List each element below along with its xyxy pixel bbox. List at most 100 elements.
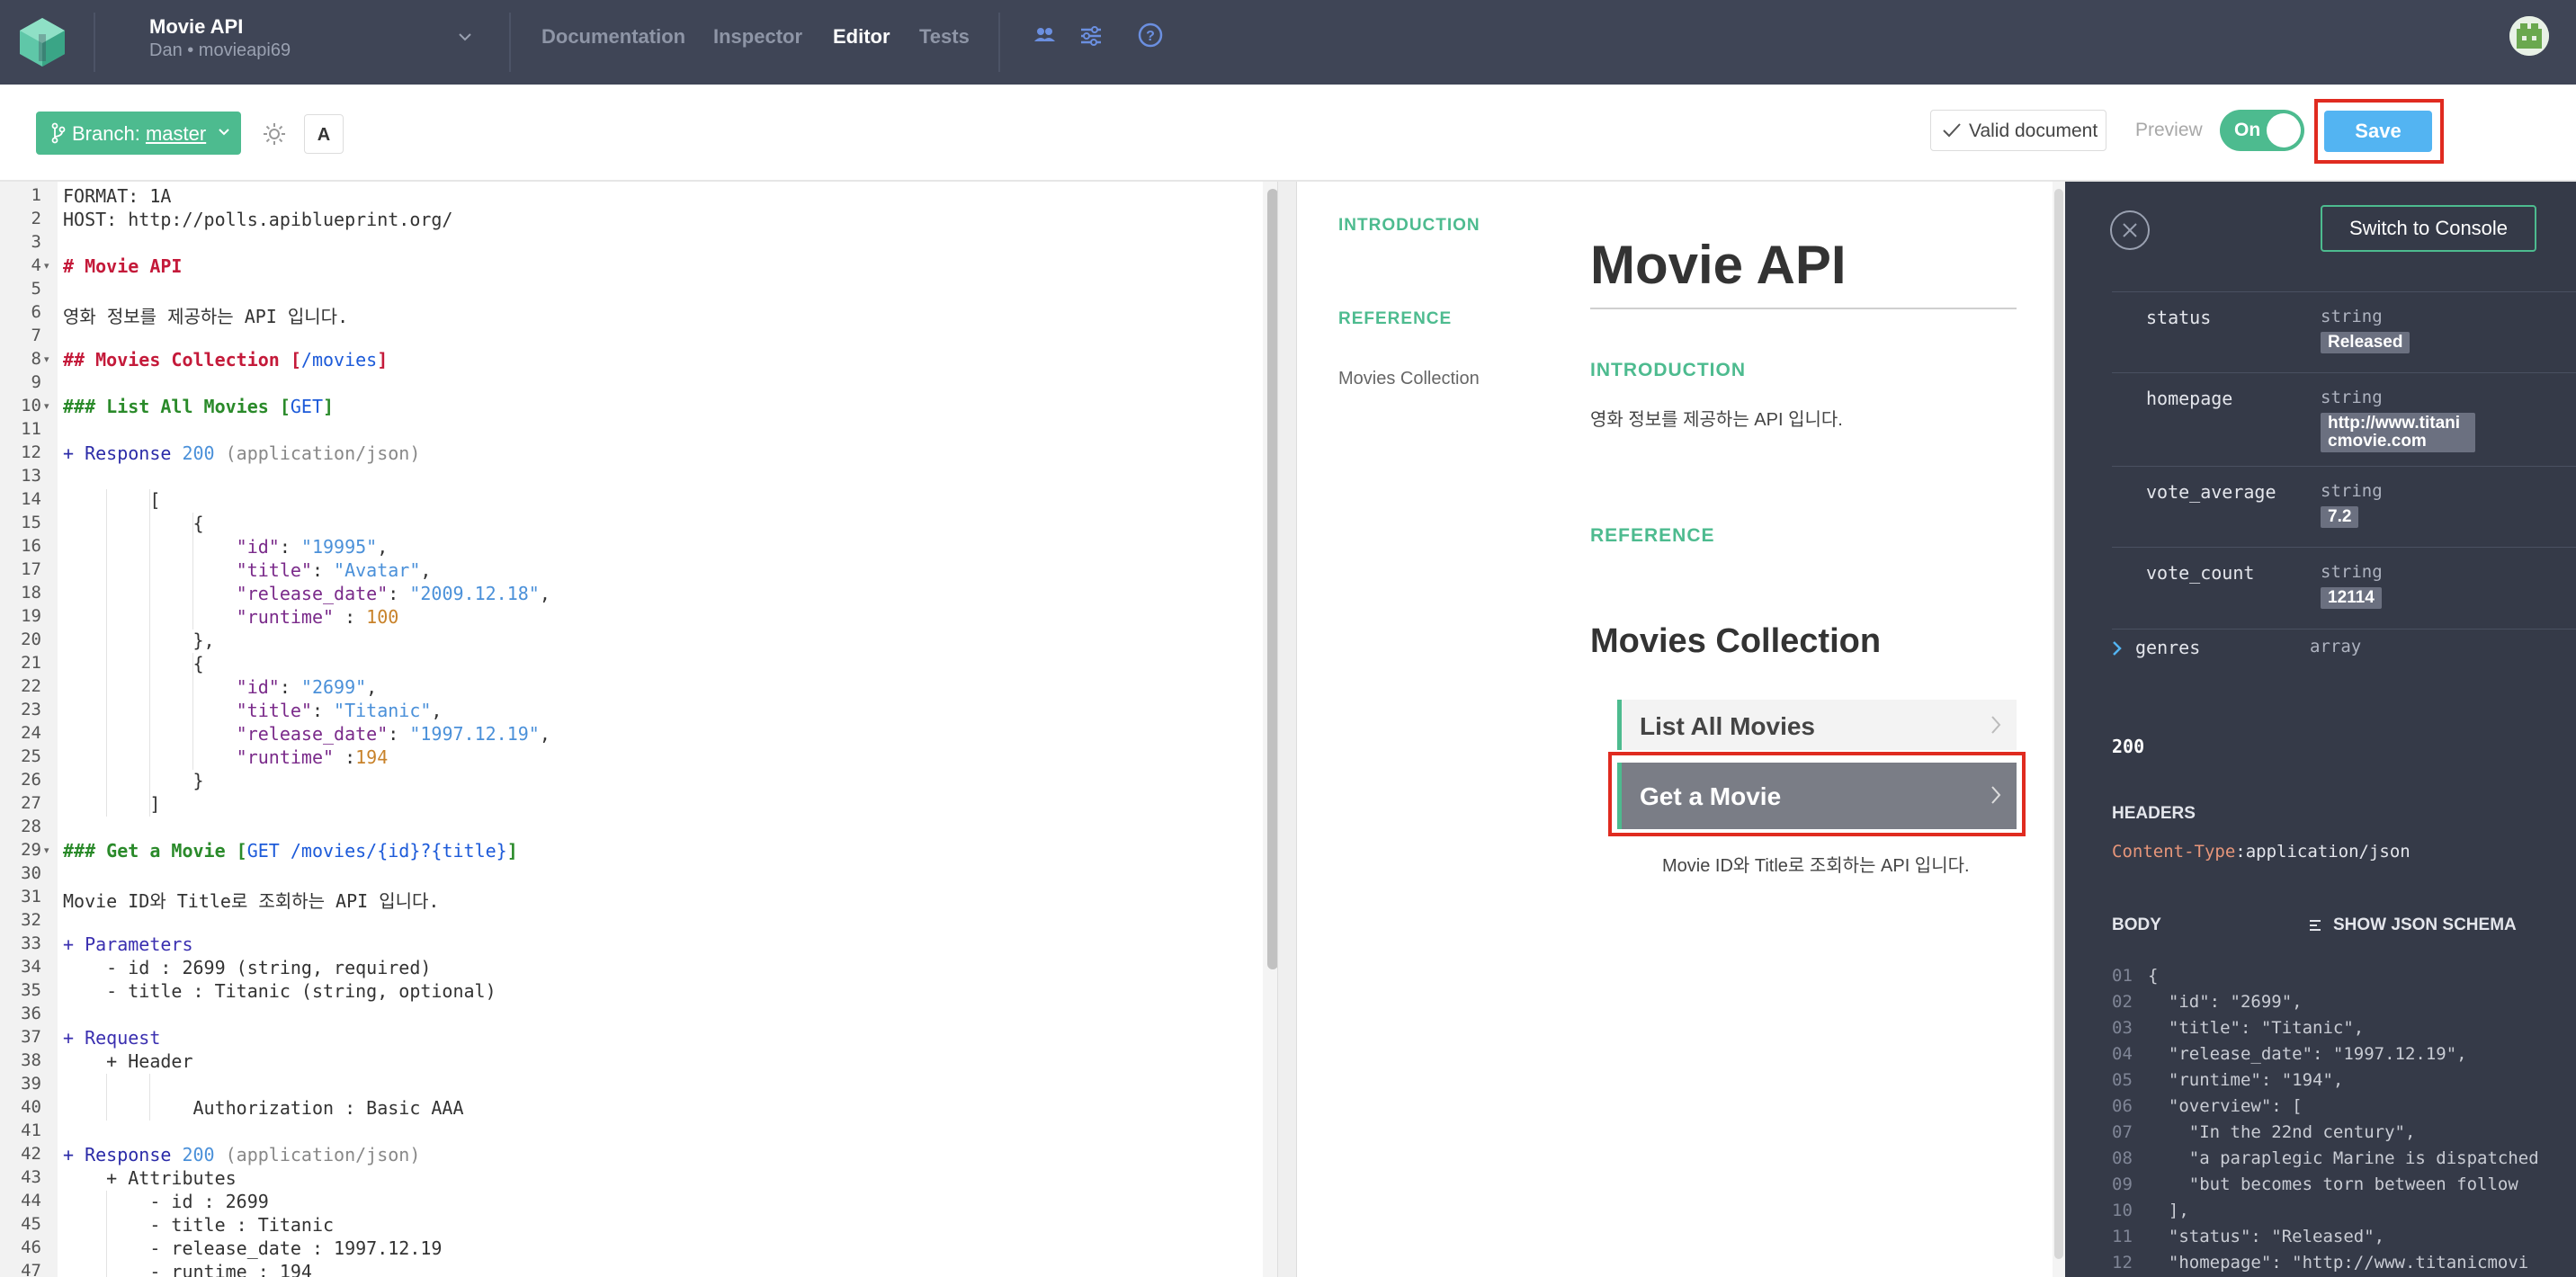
code-line[interactable]: "runtime" :194 — [63, 746, 389, 768]
response-status-code: 200 — [2112, 736, 2145, 757]
toc-introduction[interactable]: INTRODUCTION — [1338, 216, 1480, 236]
tab-documentation[interactable]: Documentation — [541, 25, 685, 49]
show-json-schema-button[interactable]: SHOW JSON SCHEMA — [2308, 915, 2517, 935]
code-line[interactable]: ### List All Movies [GET] — [63, 396, 334, 417]
attribute-name[interactable]: genres — [2135, 637, 2200, 658]
code-line[interactable]: HOST: http://polls.apiblueprint.org/ — [63, 209, 452, 230]
toggle-knob — [2267, 113, 2301, 147]
code-line[interactable]: "id": "19995", — [63, 536, 389, 558]
tab-editor[interactable]: Editor — [833, 25, 890, 49]
pane-resize-divider[interactable] — [1277, 182, 1297, 1277]
code-line[interactable]: + Response 200 (application/json) — [63, 442, 420, 464]
json-line-number: 04 — [2112, 1044, 2133, 1064]
code-line[interactable]: FORMAT: 1A — [63, 185, 171, 207]
header-line: Content-Type:application/json — [2112, 842, 2411, 862]
code-line[interactable]: Authorization : Basic AAA — [63, 1097, 463, 1119]
preview-toggle[interactable]: On — [2220, 110, 2304, 151]
fold-toggle-icon[interactable]: ▾ — [44, 353, 49, 365]
branch-selector-button[interactable]: Branch: master — [36, 112, 241, 155]
code-line[interactable]: "title": "Titanic", — [63, 700, 443, 721]
code-line[interactable]: ### Get a Movie [GET /movies/{id}?{title… — [63, 840, 518, 862]
toc-reference[interactable]: REFERENCE — [1338, 309, 1452, 329]
chevron-down-icon — [219, 129, 229, 136]
nav-divider — [998, 13, 1000, 72]
settings-sliders-icon[interactable] — [1078, 22, 1105, 49]
code-line[interactable]: - title : Titanic — [63, 1214, 334, 1236]
tab-inspector[interactable]: Inspector — [713, 25, 802, 49]
code-token: , — [366, 676, 378, 698]
code-line[interactable]: ## Movies Collection [/movies] — [63, 349, 388, 371]
chevron-right-icon — [1991, 716, 2001, 734]
code-line[interactable]: + Request — [63, 1027, 160, 1049]
code-line[interactable]: "id": "2699", — [63, 676, 378, 698]
code-line[interactable]: "title": "Avatar", — [63, 559, 432, 581]
font-size-button[interactable]: A — [304, 114, 344, 154]
switch-to-console-button[interactable]: Switch to Console — [2321, 205, 2536, 252]
code-line[interactable]: + Response 200 (application/json) — [63, 1144, 420, 1165]
json-line: "title": "Titanic", — [2148, 1018, 2365, 1038]
code-line[interactable]: }, — [63, 630, 214, 651]
code-token: : — [311, 559, 335, 581]
line-number: 4 — [31, 255, 41, 275]
code-line[interactable]: - id : 2699 (string, required) — [63, 957, 431, 978]
project-name[interactable]: Movie API — [149, 15, 243, 39]
get-movie-highlight-box — [1608, 752, 2026, 836]
theme-sun-icon[interactable] — [261, 121, 288, 147]
toc-movies-collection[interactable]: Movies Collection — [1338, 369, 1480, 389]
preview-scrollbar-thumb[interactable] — [2054, 189, 2063, 1259]
code-token: "runtime" — [63, 606, 335, 628]
code-line[interactable]: 영화 정보를 제공하는 API 입니다. — [63, 302, 348, 328]
editor-scrollbar-thumb[interactable] — [1267, 189, 1277, 969]
toggle-label: On — [2234, 120, 2261, 140]
code-line[interactable]: "release_date": "1997.12.19", — [63, 723, 550, 745]
code-line[interactable]: - id : 2699 — [63, 1191, 268, 1212]
line-number: 28 — [21, 817, 41, 836]
code-token: - id : 2699 (string, required) — [63, 957, 432, 978]
code-line[interactable]: } — [63, 770, 203, 791]
json-line-number: 09 — [2112, 1174, 2133, 1194]
line-number: 38 — [21, 1050, 41, 1070]
tab-tests[interactable]: Tests — [919, 25, 970, 49]
chevron-down-icon[interactable] — [455, 27, 475, 47]
json-line-number: 06 — [2112, 1096, 2133, 1116]
attribute-type: array — [2310, 637, 2362, 656]
team-icon[interactable] — [1031, 22, 1058, 49]
fold-toggle-icon[interactable]: ▾ — [44, 844, 49, 856]
attribute-name: vote_count — [2146, 562, 2255, 584]
code-line[interactable]: # Movie API — [63, 255, 182, 277]
help-icon[interactable]: ? — [1137, 22, 1164, 49]
code-line[interactable]: - release_date : 1997.12.19 — [63, 1237, 442, 1259]
line-number: 35 — [21, 980, 41, 1000]
code-token: "id" — [63, 536, 280, 558]
resource-label: List All Movies — [1640, 712, 1816, 740]
code-line[interactable]: - title : Titanic (string, optional) — [63, 980, 496, 1002]
line-number: 11 — [21, 419, 41, 439]
code-line[interactable]: + Attributes — [63, 1167, 237, 1189]
attribute-type: string — [2321, 481, 2383, 501]
introduction-heading: INTRODUCTION — [1590, 360, 1746, 380]
code-line[interactable]: Movie ID와 Title로 조회하는 API 입니다. — [63, 887, 439, 913]
apiary-logo-icon[interactable] — [16, 16, 68, 68]
code-token: ] — [377, 349, 389, 371]
code-line[interactable]: "release_date": "2009.12.18", — [63, 583, 550, 604]
blueprint-editor[interactable]: 1 2 3 4 ▾ 5 6 7 8 ▾ 9 10 ▾ 11 12 13 14 15 16 17 18 19 20 21 22 23… — [0, 182, 1277, 1277]
close-panel-button[interactable] — [2110, 210, 2150, 250]
code-line[interactable]: { — [63, 513, 203, 534]
code-line[interactable]: + Header — [63, 1050, 192, 1072]
code-token: (application/json) — [214, 442, 421, 464]
code-token: , — [539, 723, 550, 745]
code-line[interactable]: "runtime" : 100 — [63, 606, 399, 628]
code-line[interactable]: { — [63, 653, 203, 674]
code-line[interactable]: ] — [63, 793, 160, 815]
line-number: 22 — [21, 676, 41, 696]
code-line[interactable]: + Parameters — [63, 933, 193, 955]
avatar[interactable] — [2509, 16, 2549, 56]
code-token: 200 — [182, 442, 215, 464]
code-line[interactable]: [ — [63, 489, 160, 511]
chevron-right-icon[interactable] — [2112, 640, 2123, 656]
line-number: 16 — [21, 536, 41, 556]
resource-list-all-movies[interactable]: List All Movies — [1617, 700, 2017, 750]
fold-toggle-icon[interactable]: ▾ — [44, 400, 49, 412]
fold-toggle-icon[interactable]: ▾ — [44, 260, 49, 272]
code-line[interactable]: - runtime : 194 — [63, 1261, 312, 1277]
